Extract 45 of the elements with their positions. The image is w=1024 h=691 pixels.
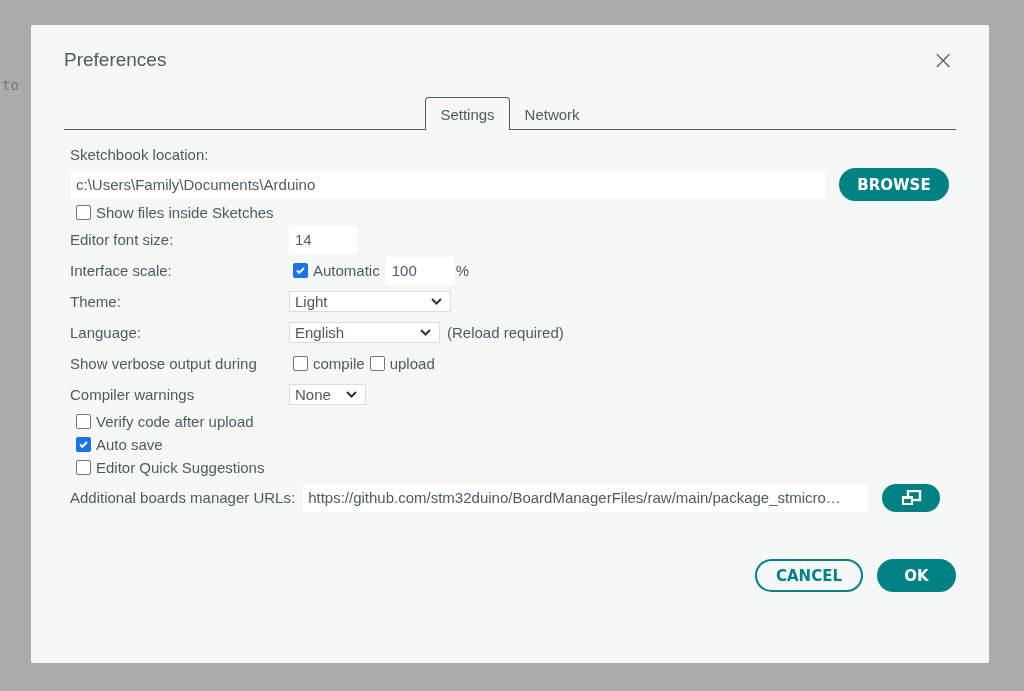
checkbox-label: Auto save (96, 436, 163, 453)
setting-label: Interface scale: (70, 262, 173, 279)
tab[interactable]: Network (509, 97, 595, 130)
dropdown[interactable]: Light (289, 291, 451, 312)
dropdown[interactable]: English (289, 322, 440, 343)
ok-button[interactable]: OK (877, 559, 956, 592)
cancel-button[interactable]: CANCEL (755, 559, 863, 592)
close-button[interactable]: × (932, 49, 954, 71)
checkbox[interactable] (293, 263, 308, 278)
windows-icon (900, 489, 923, 506)
checkbox-label: Editor Quick Suggestions (96, 459, 265, 476)
percent-unit: % (455, 262, 470, 279)
chevron-down-icon (346, 391, 357, 398)
tab[interactable]: Settings (425, 97, 510, 130)
checkbox-label: Automatic (313, 262, 380, 279)
font-size-field[interactable]: 14 (289, 225, 357, 254)
scale-field[interactable]: 100 (385, 256, 454, 285)
setting-label: Additional boards manager URLs: (70, 489, 296, 506)
checkbox-label: compile (313, 355, 365, 372)
path-field[interactable]: c:\Users\Family\Documents\Arduino (70, 170, 825, 199)
browse-button[interactable]: BROWSE (839, 168, 949, 201)
chevron-down-icon (431, 298, 442, 305)
setting-label: Language: (70, 324, 142, 341)
checkbox[interactable] (369, 356, 385, 371)
checkbox[interactable] (293, 356, 308, 371)
setting-label: Compiler warnings (70, 386, 196, 403)
checkbox-label: Show files inside Sketches (96, 204, 274, 221)
urls-field[interactable]: https://github.com/stm32duino/BoardManagerFiles/raw/main/package_stmicro… (302, 483, 869, 512)
checkbox[interactable] (76, 460, 91, 475)
checkmark-icon (295, 265, 306, 276)
note-text: (Reload required) (447, 324, 564, 341)
checkbox-label: Verify code after upload (96, 413, 254, 430)
setting-label: Show verbose output during (70, 355, 258, 372)
setting-label: Theme: (70, 293, 122, 310)
setting-label: Editor font size: (70, 231, 175, 248)
checkbox[interactable] (76, 437, 91, 452)
checkbox[interactable] (76, 414, 91, 429)
dropdown[interactable]: None (289, 384, 366, 405)
edit-urls-button[interactable] (882, 483, 941, 512)
checkbox-label: upload (389, 355, 435, 372)
setting-label: Sketchbook location: (70, 146, 209, 163)
chevron-down-icon (420, 329, 431, 336)
checkmark-icon (78, 439, 89, 450)
dialog-title: Preferences (64, 49, 167, 71)
checkbox[interactable] (76, 205, 91, 220)
